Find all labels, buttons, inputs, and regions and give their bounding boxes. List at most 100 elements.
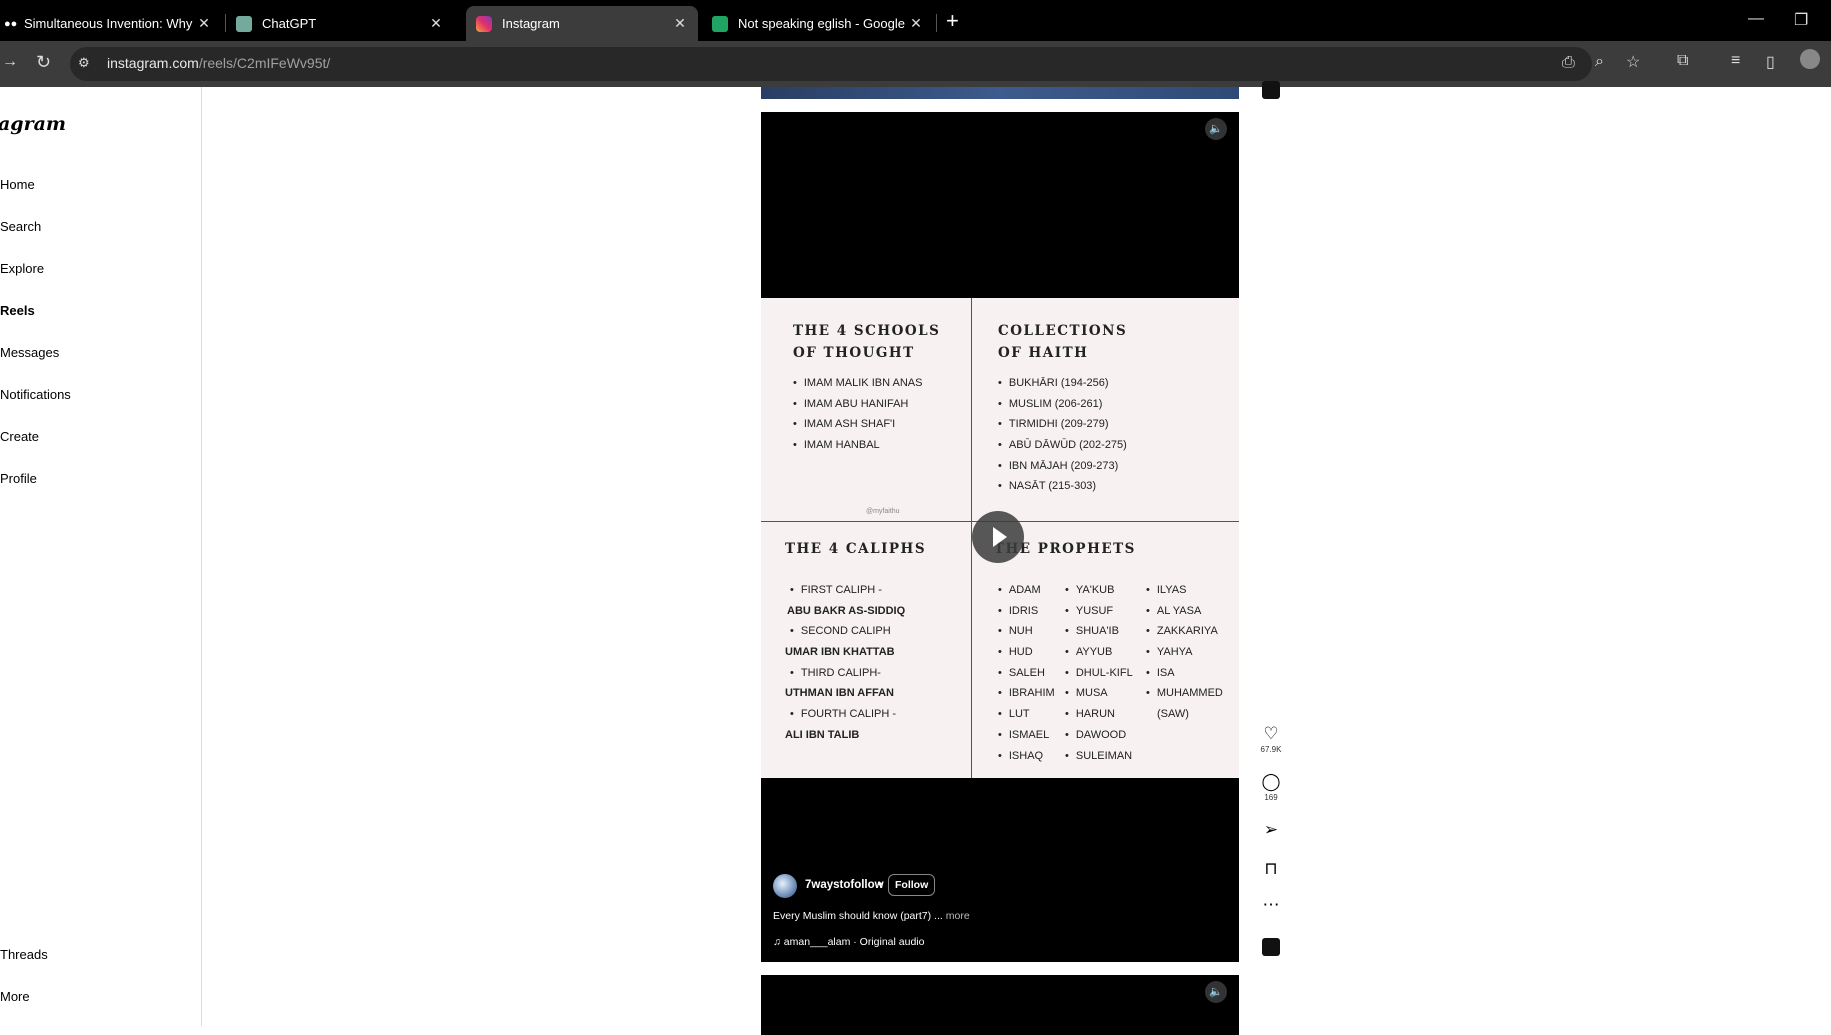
list-item: ADAM (998, 580, 1055, 601)
next-reel-preview[interactable]: 🔈 (761, 975, 1239, 1035)
save-action[interactable]: ⊓ (1260, 859, 1282, 879)
speaker-icon[interactable]: 🔈 (1205, 981, 1227, 1003)
share-icon[interactable]: ➢ (1260, 820, 1282, 840)
sidebar-item-create[interactable]: Create (0, 429, 39, 444)
browser-toolbar: → ↻ ⚙ ⎙ instagram.com/reels/C2mIFeWv95t/… (0, 41, 1831, 87)
hadith-title: COLLECTIONS OF HAITH (998, 320, 1127, 364)
url-text[interactable]: instagram.com/reels/C2mIFeWv95t/ (107, 55, 330, 71)
list-item: ZAKKARIYA (1146, 621, 1223, 642)
list-item: ISA (1146, 663, 1223, 684)
avatar[interactable] (773, 874, 797, 898)
profile-avatar-icon[interactable] (1800, 49, 1820, 69)
prophets-list-col3: ILYAS AL YASA ZAKKARIYA YAHYA ISA MUHAMM… (1146, 580, 1223, 725)
sidebar-item-explore[interactable]: Explore (0, 261, 44, 276)
sidebar-item-threads[interactable]: Threads (0, 947, 48, 962)
list-item: NASĀT (215-303) (998, 476, 1127, 497)
sidebar-item-messages[interactable]: Messages (0, 345, 59, 360)
list-item: IBRAHIM (998, 683, 1055, 704)
minimize-icon[interactable]: — (1748, 10, 1764, 28)
sidebar-item-profile[interactable]: Profile (0, 471, 37, 486)
close-icon[interactable]: ✕ (196, 15, 212, 32)
caliphs-title: THE 4 CALIPHS (785, 541, 927, 557)
side-panel-icon[interactable]: ▯ (1766, 52, 1775, 72)
previous-reel-preview[interactable] (761, 87, 1239, 99)
list-item: HARUN (1065, 704, 1133, 725)
list-item: YA'KUB (1065, 580, 1133, 601)
list-item: NUH (998, 621, 1055, 642)
list-item: ALI IBN TALIB (785, 728, 860, 741)
list-item: YAHYA (1146, 642, 1223, 663)
more-icon[interactable]: ⋯ (1260, 895, 1282, 915)
follow-button[interactable]: Follow (888, 874, 936, 896)
reel-infographic-frame: THE 4 SCHOOLS OF THOUGHT IMAM MALIK IBN … (761, 298, 1239, 962)
media-control-icon[interactable]: ≡ (1731, 52, 1740, 70)
list-item: TIRMIDHI (209-279) (998, 414, 1127, 435)
list-item: MUHAMMED (1146, 683, 1223, 704)
instagram-logo[interactable]: agram (0, 113, 66, 135)
forward-icon[interactable]: → (2, 53, 18, 71)
hadith-list: BUKHĀRI (194-256) MUSLIM (206-261) TIRMI… (998, 373, 1127, 497)
close-icon[interactable]: ✕ (672, 15, 688, 32)
sidebar-item-more[interactable]: More (0, 989, 30, 1004)
separator-dot: • (878, 877, 883, 891)
tab-google-sheets[interactable]: Not speaking eglish - Google Sh ✕ (704, 6, 932, 41)
list-item: DAWOOD (1065, 725, 1133, 746)
close-icon[interactable]: ✕ (428, 15, 444, 32)
watermark: @myfaithu (866, 508, 900, 515)
sidebar-nav: agram Home Search Explore Reels Messages… (0, 87, 202, 1026)
audio-credit[interactable]: ♫ aman___alam · Original audio (773, 936, 924, 948)
hadith-title-line1: COLLECTIONS (998, 323, 1128, 339)
sidebar-item-reels[interactable]: Reels (0, 303, 35, 318)
sidebar-item-search[interactable]: Search (0, 219, 41, 234)
tab-chatgpt[interactable]: ChatGPT ✕ (228, 6, 454, 41)
list-item: ABU BAKR AS-SIDDIQ (787, 604, 906, 617)
tab-simultaneous-invention[interactable]: ●● Simultaneous Invention: Why Yo ✕ (0, 6, 220, 41)
more-link[interactable]: more (946, 910, 970, 922)
comment-action[interactable]: ◯ 169 (1260, 772, 1282, 802)
comment-icon[interactable]: ◯ (1260, 772, 1282, 792)
share-action[interactable]: ➢ (1260, 820, 1282, 840)
sidebar-item-home[interactable]: Home (0, 177, 35, 192)
list-item: FIRST CALIPH - (785, 580, 905, 601)
extensions-icon[interactable]: ⧉ (1677, 52, 1688, 70)
close-icon[interactable]: ✕ (908, 15, 924, 32)
like-action[interactable]: ♡ 67.9K (1260, 724, 1282, 754)
list-item: YUSUF (1065, 601, 1133, 622)
medium-icon: ●● (4, 15, 18, 32)
heart-icon[interactable]: ♡ (1260, 724, 1282, 744)
list-item: LUT (998, 704, 1055, 725)
zoom-icon[interactable]: ⌕ (1595, 53, 1604, 71)
tab-instagram[interactable]: Instagram ✕ (466, 6, 698, 41)
bookmark-star-icon[interactable]: ☆ (1626, 52, 1640, 72)
install-app-icon[interactable]: ⎙ (1562, 54, 1575, 72)
comment-count: 169 (1264, 793, 1278, 802)
google-sheets-icon (712, 15, 728, 32)
tab-title: Not speaking eglish - Google Sh (738, 16, 908, 31)
tab-title: Instagram (502, 16, 560, 31)
list-item: ILYAS (1146, 580, 1223, 601)
reload-icon[interactable]: ↻ (36, 52, 51, 73)
restore-icon[interactable]: ❐ (1794, 10, 1808, 30)
speaker-icon[interactable]: 🔈 (1205, 118, 1227, 140)
list-item: SHUA'IB (1065, 621, 1133, 642)
previous-reel-thumbnail[interactable] (1262, 81, 1280, 99)
list-item: ABŪ DĀWŪD (202-275) (998, 435, 1127, 456)
url-host: instagram.com (107, 55, 199, 71)
caliphs-list: FIRST CALIPH - ABU BAKR AS-SIDDIQ SECOND… (785, 580, 905, 746)
list-item: DHUL-KIFL (1065, 663, 1133, 684)
bookmark-icon[interactable]: ⊓ (1260, 859, 1282, 879)
more-action[interactable]: ⋯ (1260, 895, 1282, 915)
tab-title: ChatGPT (262, 16, 317, 31)
list-item: MUSLIM (206-261) (998, 394, 1127, 415)
reel-video[interactable]: 🔈 THE 4 SCHOOLS OF THOUGHT IMAM MALIK IB… (761, 112, 1239, 962)
list-item: IMAM HANBAL (793, 435, 922, 456)
audio-thumbnail[interactable] (1262, 938, 1280, 956)
play-icon[interactable] (972, 511, 1024, 563)
username[interactable]: 7waystofollow (805, 879, 884, 891)
list-item: (SAW) (1157, 708, 1189, 721)
sidebar-item-notifications[interactable]: Notifications (0, 387, 71, 402)
site-settings-icon[interactable]: ⚙ (78, 55, 90, 71)
prophets-list-col1: ADAM IDRIS NUH HUD SALEH IBRAHIM LUT ISM… (998, 580, 1055, 766)
new-tab-plus-icon[interactable]: + (946, 8, 959, 34)
list-item: IBN MĀJAH (209-273) (998, 456, 1127, 477)
